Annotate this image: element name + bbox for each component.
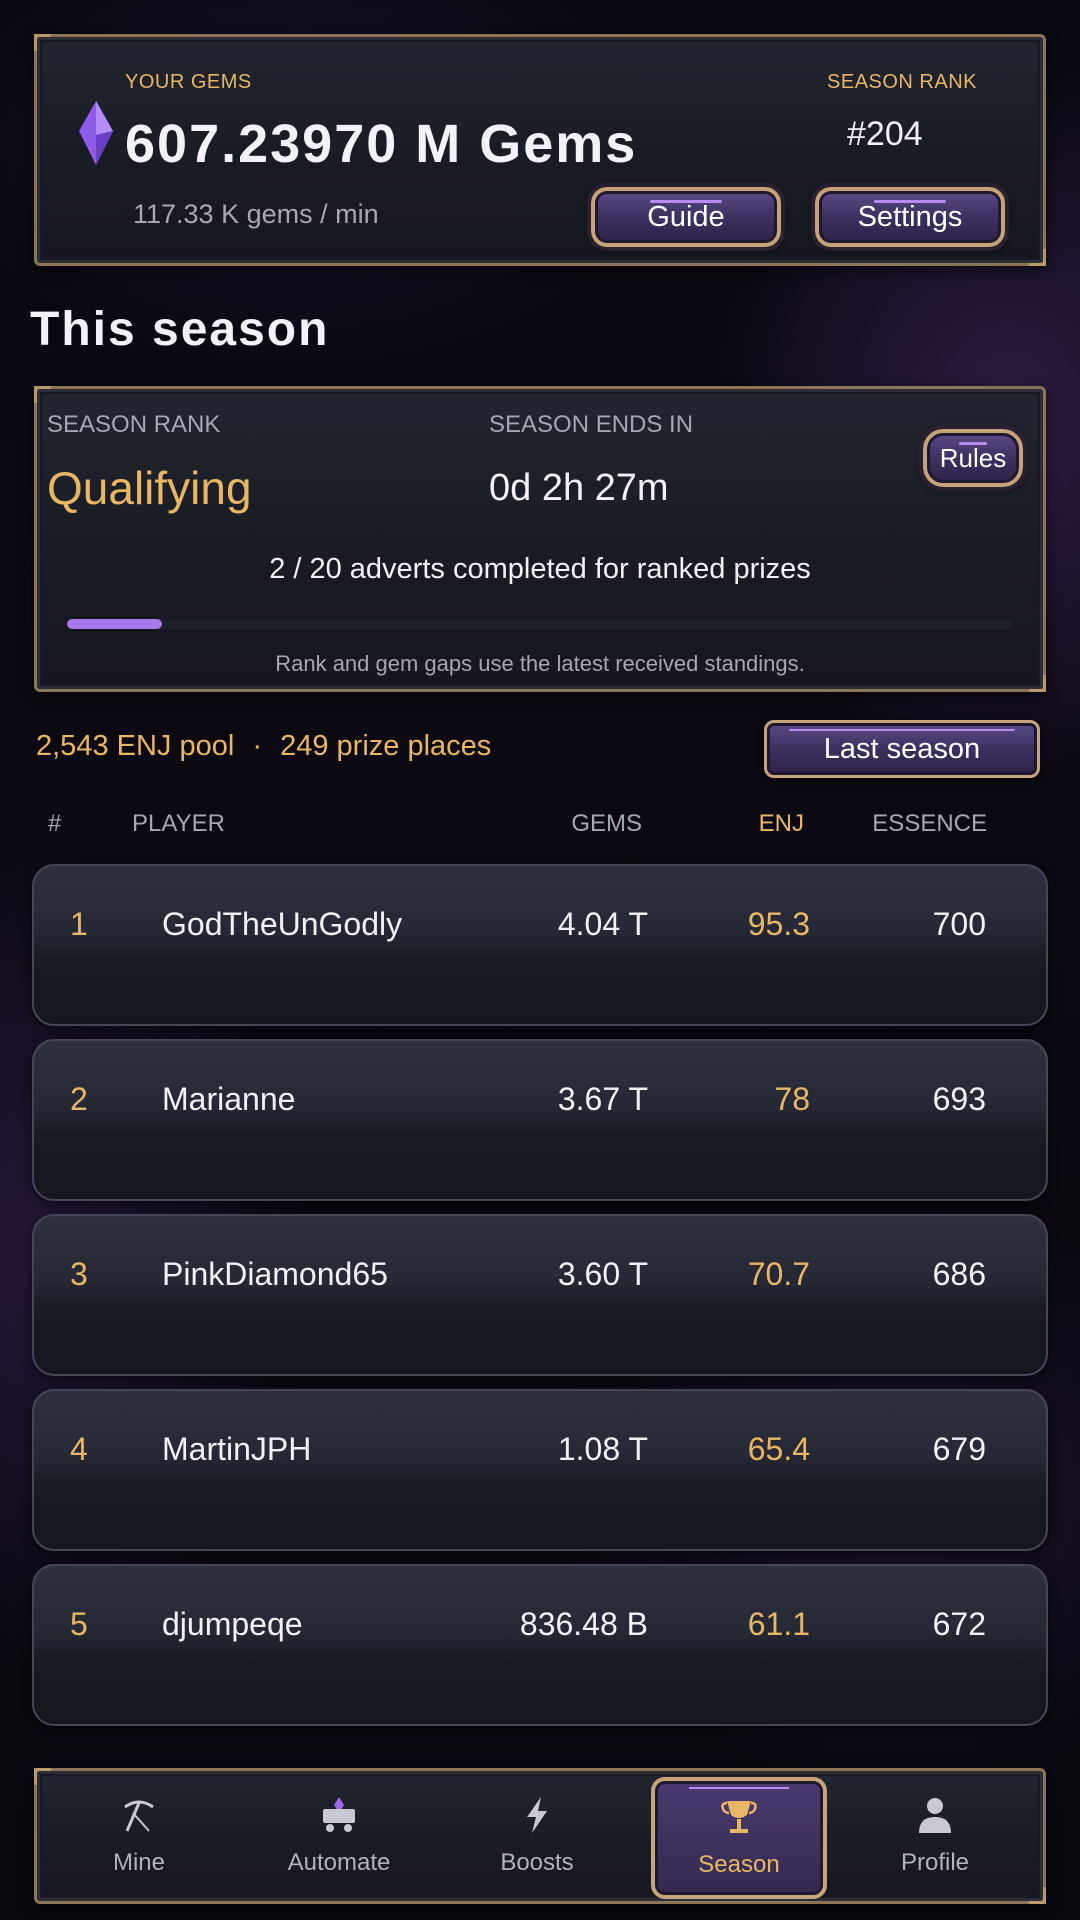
row-player: Marianne xyxy=(162,1081,296,1117)
guide-button[interactable]: Guide xyxy=(587,183,785,251)
rules-button[interactable]: Rules xyxy=(919,425,1027,491)
row-player: GodTheUnGodly xyxy=(162,906,403,942)
row-rank: 1 xyxy=(70,906,88,942)
pool-info: 2,543 ENJ pool · 249 prize places xyxy=(36,730,491,763)
nav-season[interactable]: Season xyxy=(651,1777,827,1899)
season-rank-label: SEASON RANK xyxy=(827,71,977,93)
row-enj: 78 xyxy=(774,1081,810,1117)
header-enj: ENJ xyxy=(758,810,804,837)
nav-boosts[interactable]: Boosts xyxy=(439,1771,635,1899)
nav-profile-label: Profile xyxy=(900,1849,970,1876)
row-essence: 700 xyxy=(932,906,986,942)
trophy-icon xyxy=(721,1801,757,1833)
person-icon xyxy=(919,1798,951,1833)
nav-season-label: Season xyxy=(698,1851,780,1878)
row-essence: 693 xyxy=(932,1081,986,1117)
row-gems: 1.08 T xyxy=(557,1431,648,1467)
row-enj: 65.4 xyxy=(747,1431,810,1467)
last-season-button-accent xyxy=(788,729,1016,731)
adverts-progress-track xyxy=(67,619,1013,629)
season-ends-value: 0d 2h 27m xyxy=(489,467,669,509)
last-season-button-label: Last season xyxy=(823,732,981,765)
guide-button-label: Guide xyxy=(647,200,725,233)
nav-profile[interactable]: Profile xyxy=(837,1771,1033,1899)
bottom-nav: Mine Automate Boosts Season Profile xyxy=(34,1768,1046,1904)
row-essence: 679 xyxy=(932,1431,986,1467)
nav-mine-label: Mine xyxy=(112,1849,166,1876)
row-essence: 672 xyxy=(932,1606,986,1642)
table-row[interactable]: 3 PinkDiamond65 3.60 T 70.7 686 xyxy=(32,1214,1048,1376)
row-gems: 836.48 B xyxy=(519,1606,648,1642)
settings-button-label: Settings xyxy=(857,200,963,233)
prize-places: 249 prize places xyxy=(280,730,492,762)
lightning-icon xyxy=(527,1797,547,1833)
adverts-progress-text: 2 / 20 adverts completed for ranked priz… xyxy=(269,553,811,585)
row-gems: 4.04 T xyxy=(557,906,648,942)
row-enj: 61.1 xyxy=(747,1606,810,1642)
row-gems: 3.67 T xyxy=(557,1081,648,1117)
table-row[interactable]: 5 djumpeqe 836.48 B 61.1 672 xyxy=(32,1564,1048,1726)
pool-amount: 2,543 ENJ pool xyxy=(36,730,235,762)
row-enj: 95.3 xyxy=(747,906,810,942)
row-gems: 3.60 T xyxy=(557,1256,648,1292)
row-player: PinkDiamond65 xyxy=(162,1256,388,1292)
section-title: This season xyxy=(30,303,330,356)
header-player: PLAYER xyxy=(132,810,225,837)
header-essence: ESSENCE xyxy=(872,810,987,837)
row-player: MartinJPH xyxy=(162,1431,312,1467)
table-row[interactable]: 4 MartinJPH 1.08 T 65.4 679 xyxy=(32,1389,1048,1551)
season-panel: SEASON RANK Qualifying SEASON ENDS IN 0d… xyxy=(34,386,1046,692)
row-rank: 4 xyxy=(70,1431,88,1467)
rules-button-label: Rules xyxy=(939,442,1007,473)
standings-note: Rank and gem gaps use the latest receive… xyxy=(275,651,805,676)
table-header: # PLAYER GEMS ENJ ESSENCE xyxy=(0,810,1080,850)
minecart-icon xyxy=(323,1797,355,1832)
nav-boosts-label: Boosts xyxy=(500,1849,574,1876)
gem-icon xyxy=(79,101,113,165)
gems-rate: 117.33 K gems / min xyxy=(133,199,379,229)
table-row[interactable]: 2 Marianne 3.67 T 78 693 xyxy=(32,1039,1048,1201)
header-gems: GEMS xyxy=(571,810,642,837)
row-player: djumpeqe xyxy=(162,1606,303,1642)
nav-season-accent xyxy=(688,1787,790,1789)
gems-label: YOUR GEMS xyxy=(125,71,252,93)
adverts-progress-fill xyxy=(67,619,162,629)
gems-header-panel: YOUR GEMS 607.23970 M Gems 117.33 K gems… xyxy=(34,34,1046,266)
row-essence: 686 xyxy=(932,1256,986,1292)
last-season-button[interactable]: Last season xyxy=(764,720,1040,778)
season-rank-value: #204 xyxy=(847,115,923,153)
row-rank: 3 xyxy=(70,1256,88,1292)
settings-button-accent xyxy=(873,200,947,203)
nav-mine[interactable]: Mine xyxy=(41,1771,237,1899)
nav-automate-label: Automate xyxy=(287,1849,391,1876)
rules-button-accent xyxy=(959,442,987,445)
settings-button[interactable]: Settings xyxy=(811,183,1009,251)
guide-button-accent xyxy=(649,200,723,203)
season-rank-label-2: SEASON RANK xyxy=(47,411,221,438)
pool-separator: · xyxy=(252,730,263,762)
pickaxe-icon xyxy=(124,1800,154,1832)
row-rank: 2 xyxy=(70,1081,88,1117)
header-rank: # xyxy=(48,810,62,837)
gems-value: 607.23970 M Gems xyxy=(125,114,638,174)
season-ends-label: SEASON ENDS IN xyxy=(489,411,694,438)
nav-automate[interactable]: Automate xyxy=(241,1771,437,1899)
row-rank: 5 xyxy=(70,1606,88,1642)
season-rank-status: Qualifying xyxy=(47,462,252,514)
table-row[interactable]: 1 GodTheUnGodly 4.04 T 95.3 700 xyxy=(32,864,1048,1026)
row-enj: 70.7 xyxy=(747,1256,810,1292)
